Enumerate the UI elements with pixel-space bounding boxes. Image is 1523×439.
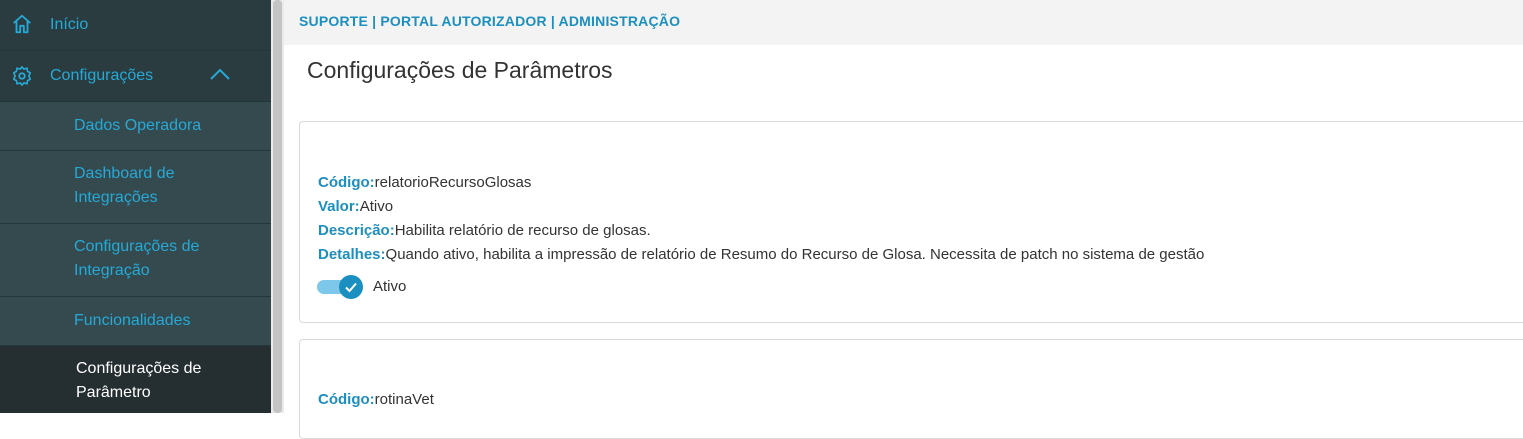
sidebar-item-configuracoes[interactable]: Configurações xyxy=(0,51,271,102)
detalhes-label: Detalhes: xyxy=(318,246,386,263)
sidebar-item-label: Início xyxy=(50,16,89,33)
param-valor: Valor:Ativo xyxy=(318,198,393,215)
sidebar: Início Configurações Dados Operadora Das… xyxy=(0,0,271,413)
valor-value: Ativo xyxy=(359,198,394,215)
codigo-value: rotinaVet xyxy=(374,391,434,408)
sidebar-item-label: Funcionalidades xyxy=(74,312,191,329)
descricao-label: Descrição: xyxy=(318,222,395,239)
param-codigo: Código:relatorioRecursoGlosas xyxy=(318,174,531,191)
detalhes-value: Quando ativo, habilita a impressão de re… xyxy=(385,246,1205,263)
check-icon xyxy=(345,282,357,293)
param-descricao: Descrição:Habilita relatório de recurso … xyxy=(318,222,651,239)
param-codigo: Código:rotinaVet xyxy=(318,391,434,408)
valor-label: Valor: xyxy=(318,198,360,215)
sidebar-item-home[interactable]: Início xyxy=(0,0,271,51)
sidebar-scrollbar-thumb[interactable] xyxy=(273,0,282,413)
sidebar-item-configuracoes-integracao[interactable]: Configurações de Integração xyxy=(0,224,271,297)
gear-icon xyxy=(12,66,32,86)
sidebar-item-label: Configurações de Integração xyxy=(74,238,200,279)
sidebar-item-label: Dashboard de Integrações xyxy=(74,165,175,206)
codigo-label: Código: xyxy=(318,174,375,191)
toggle-knob xyxy=(339,275,363,299)
sidebar-item-funcionalidades[interactable]: Funcionalidades xyxy=(0,297,271,346)
top-bar: SUPORTE | PORTAL AUTORIZADOR | ADMINISTR… xyxy=(284,0,1523,45)
sidebar-item-label: Configurações de Parâmetro xyxy=(76,360,202,401)
codigo-label: Código: xyxy=(318,391,375,408)
parameter-card: Código:rotinaVet xyxy=(299,339,1523,439)
codigo-value: relatorioRecursoGlosas xyxy=(374,174,532,191)
toggle-label: Ativo xyxy=(373,278,407,295)
home-icon xyxy=(13,14,31,34)
descricao-value: Habilita relatório de recurso de glosas. xyxy=(394,222,651,239)
param-detalhes: Detalhes:Quando ativo, habilita a impres… xyxy=(318,246,1204,263)
page-title: Configurações de Parâmetros xyxy=(307,57,613,83)
active-toggle[interactable] xyxy=(317,275,367,299)
sidebar-item-configuracoes-parametro[interactable]: Configurações de Parâmetro xyxy=(0,346,271,413)
parameter-card: Código:relatorioRecursoGlosas Valor:Ativ… xyxy=(299,121,1523,323)
sidebar-item-label: Dados Operadora xyxy=(74,117,202,134)
breadcrumb[interactable]: SUPORTE | PORTAL AUTORIZADOR | ADMINISTR… xyxy=(299,13,680,29)
sidebar-item-dashboard-integracoes[interactable]: Dashboard de Integrações xyxy=(0,151,271,224)
chevron-up-icon[interactable] xyxy=(209,67,231,81)
sidebar-item-label: Configurações xyxy=(50,67,154,84)
sidebar-item-dados-operadora[interactable]: Dados Operadora xyxy=(0,102,271,151)
